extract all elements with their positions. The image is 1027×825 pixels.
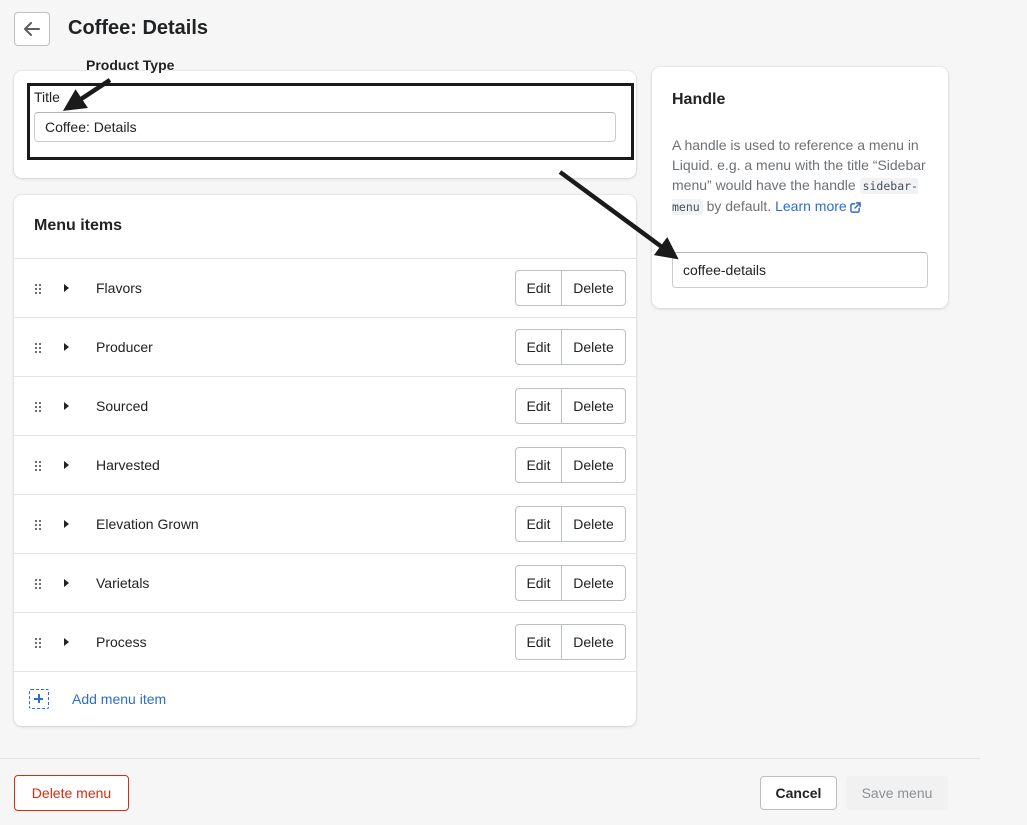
caret-right-icon[interactable] xyxy=(64,579,69,587)
caret-right-icon[interactable] xyxy=(64,638,69,646)
menu-item-label: Sourced xyxy=(96,398,149,414)
edit-button[interactable]: Edit xyxy=(515,565,562,601)
arrow-left-icon xyxy=(24,22,40,36)
drag-handle-icon[interactable] xyxy=(34,519,42,531)
menu-item-label: Elevation Grown xyxy=(96,516,199,532)
menu-items-list: Flavors Edit Delete Producer Edit Delete… xyxy=(14,258,636,671)
caret-right-icon[interactable] xyxy=(64,343,69,351)
delete-button[interactable]: Delete xyxy=(562,506,626,542)
annotation-highlight-box xyxy=(27,83,634,160)
drag-handle-icon[interactable] xyxy=(34,578,42,590)
add-menu-item-row[interactable]: Add menu item xyxy=(14,671,636,726)
save-menu-button[interactable]: Save menu xyxy=(846,776,948,810)
menu-item-label: Producer xyxy=(96,339,153,355)
menu-item-row[interactable]: Elevation Grown Edit Delete xyxy=(14,494,636,553)
annotation-label: Product Type xyxy=(86,57,175,73)
edit-button[interactable]: Edit xyxy=(515,329,562,365)
caret-right-icon[interactable] xyxy=(64,461,69,469)
delete-button[interactable]: Delete xyxy=(562,270,626,306)
drag-handle-icon[interactable] xyxy=(34,283,42,295)
handle-heading: Handle xyxy=(672,91,726,108)
menu-item-label: Process xyxy=(96,634,147,650)
delete-button[interactable]: Delete xyxy=(562,624,626,660)
learn-more-link[interactable]: Learn more xyxy=(775,198,861,214)
menu-item-label: Harvested xyxy=(96,457,160,473)
page-title: Coffee: Details xyxy=(68,17,209,39)
drag-handle-icon[interactable] xyxy=(34,342,42,354)
drag-handle-icon[interactable] xyxy=(34,460,42,472)
delete-button[interactable]: Delete xyxy=(562,447,626,483)
row-actions: Edit Delete xyxy=(515,270,626,306)
drag-handle-icon[interactable] xyxy=(34,401,42,413)
add-item-icon[interactable] xyxy=(29,689,49,709)
drag-handle-icon[interactable] xyxy=(34,637,42,649)
delete-button[interactable]: Delete xyxy=(562,388,626,424)
caret-right-icon[interactable] xyxy=(64,520,69,528)
menu-item-row[interactable]: Harvested Edit Delete xyxy=(14,435,636,494)
caret-right-icon[interactable] xyxy=(64,402,69,410)
delete-button[interactable]: Delete xyxy=(562,329,626,365)
menu-item-row[interactable]: Flavors Edit Delete xyxy=(14,258,636,317)
handle-help-text-part2: by default. xyxy=(706,198,772,214)
menu-item-row[interactable]: Varietals Edit Delete xyxy=(14,553,636,612)
external-link-icon xyxy=(849,201,861,213)
edit-button[interactable]: Edit xyxy=(515,447,562,483)
cancel-button[interactable]: Cancel xyxy=(760,776,837,810)
edit-button[interactable]: Edit xyxy=(515,624,562,660)
add-menu-item-link[interactable]: Add menu item xyxy=(72,691,166,707)
menu-item-row[interactable]: Producer Edit Delete xyxy=(14,317,636,376)
menu-item-label: Varietals xyxy=(96,575,150,591)
row-actions: Edit Delete xyxy=(515,329,626,365)
menu-item-row[interactable]: Sourced Edit Delete xyxy=(14,376,636,435)
menu-item-row[interactable]: Process Edit Delete xyxy=(14,612,636,671)
row-actions: Edit Delete xyxy=(515,506,626,542)
row-actions: Edit Delete xyxy=(515,388,626,424)
handle-help-text: A handle is used to reference a menu in … xyxy=(672,135,932,217)
row-actions: Edit Delete xyxy=(515,565,626,601)
edit-button[interactable]: Edit xyxy=(515,506,562,542)
back-button[interactable] xyxy=(14,12,50,46)
edit-button[interactable]: Edit xyxy=(515,388,562,424)
menu-items-heading: Menu items xyxy=(34,217,123,234)
edit-button[interactable]: Edit xyxy=(515,270,562,306)
menu-item-label: Flavors xyxy=(96,280,142,296)
row-actions: Edit Delete xyxy=(515,624,626,660)
delete-menu-button[interactable]: Delete menu xyxy=(14,775,129,811)
menu-items-card: Menu items Flavors Edit Delete Producer … xyxy=(14,195,636,726)
handle-input[interactable]: coffee-details xyxy=(672,252,928,288)
footer-divider xyxy=(0,758,980,759)
learn-more-label[interactable]: Learn more xyxy=(775,198,847,214)
row-actions: Edit Delete xyxy=(515,447,626,483)
delete-button[interactable]: Delete xyxy=(562,565,626,601)
caret-right-icon[interactable] xyxy=(64,284,69,292)
